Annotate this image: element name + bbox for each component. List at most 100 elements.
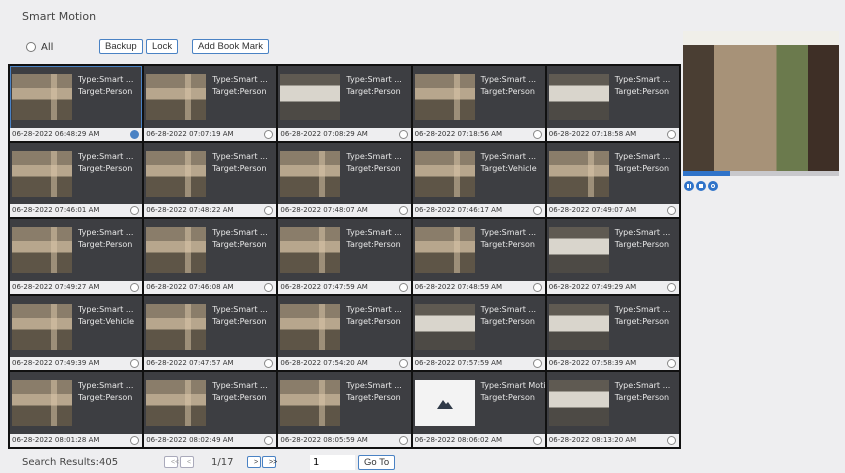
tile-select-radio[interactable] xyxy=(398,435,408,445)
prev-page-button[interactable]: < xyxy=(180,456,194,468)
backup-button[interactable]: Backup xyxy=(99,39,143,54)
tile-target: Target:Person xyxy=(614,393,670,403)
tile-type: Type:Smart ... xyxy=(212,75,268,84)
tile-select-radio[interactable] xyxy=(398,129,408,139)
tile-meta: Type:Smart ... Target:Person xyxy=(212,304,267,328)
result-tile[interactable]: Type:Smart ... Target:Person 06-28-2022 08… xyxy=(10,372,143,447)
tile-meta: Type:Smart ... Target:Person xyxy=(78,74,133,98)
tile-meta: Type:Smart ... Target:Person xyxy=(346,151,401,175)
pause-icon[interactable] xyxy=(684,181,694,191)
thumbnail xyxy=(548,227,609,274)
result-tile[interactable]: Type:Smart ... Target:Person 06-28-2022 07… xyxy=(10,142,143,218)
tile-select-radio[interactable] xyxy=(666,435,676,445)
tile-select-radio[interactable] xyxy=(532,435,542,445)
tile-type: Type:Smart ... xyxy=(78,304,134,314)
result-tile[interactable]: Type:Smart ... Target:Person 06-28-2022 07… xyxy=(144,295,277,371)
result-tile[interactable]: Type:Smart ... Target:Person 06-28-2022 08… xyxy=(144,372,277,447)
search-results-count: Search Results:405 xyxy=(22,457,119,468)
stop-icon[interactable] xyxy=(696,181,706,191)
result-tile[interactable]: Type:Smart ... Target:Person 06-28-2022 06… xyxy=(10,66,143,141)
image-placeholder-icon xyxy=(414,380,475,427)
first-page-button[interactable]: << xyxy=(164,456,179,468)
playback-progress[interactable] xyxy=(683,171,839,176)
result-tile[interactable]: Type:Smart ... Target:Person 06-28-2022 07… xyxy=(546,219,679,294)
tile-select-radio[interactable] xyxy=(666,282,676,292)
tile-select-radio[interactable] xyxy=(130,282,140,292)
snapshot-icon[interactable] xyxy=(708,181,718,191)
tile-select-radio[interactable] xyxy=(532,282,542,292)
tile-meta: Type:Smart ... Target:Person xyxy=(481,74,536,98)
result-tile[interactable]: Type:Smart ... Target:Vehicle 06-28-2022 0… xyxy=(412,142,545,218)
result-tile[interactable]: Type:Smart ... Target:Person 06-28-2022 07… xyxy=(546,295,679,371)
tile-select-radio[interactable] xyxy=(398,282,408,292)
result-tile[interactable]: Type:Smart ... Target:Person 06-28-2022 07… xyxy=(144,66,277,141)
result-tile[interactable]: Type:Smart ... Target:Person 06-28-2022 07… xyxy=(546,142,679,218)
tile-timestamp: 06-28-2022 07:54:20 AM xyxy=(278,357,411,371)
result-tile[interactable]: Type:Smart ... Target:Person 06-28-2022 07… xyxy=(412,295,545,371)
thumbnail xyxy=(280,303,341,350)
tile-type: Type:Smart ... xyxy=(346,75,402,84)
tile-meta: Type:Smart ... Target:Person xyxy=(346,227,401,251)
result-tile[interactable]: Type:Smart ... Target:Person 06-28-2022 07… xyxy=(546,66,679,141)
result-tile[interactable]: Type:Smart ... Target:Person 06-28-2022 07… xyxy=(144,142,277,218)
result-tile[interactable]: Type:Smart ... Target:Person 06-28-2022 07… xyxy=(278,295,411,371)
thumbnail xyxy=(146,150,207,197)
result-tile[interactable]: Type:Smart ... Target:Person 06-28-2022 08… xyxy=(546,372,679,447)
tile-target: Target:Person xyxy=(212,87,267,96)
result-tile[interactable]: Type:Smart ... Target:Person 06-28-2022 07… xyxy=(278,142,411,218)
thumbnail xyxy=(146,227,207,274)
result-grid: Type:Smart ... Target:Person 06-28-2022 06… xyxy=(8,64,681,449)
page-indicator: 1/17 xyxy=(211,457,234,468)
filter-all[interactable]: All xyxy=(26,39,53,55)
tile-target: Target:Person xyxy=(78,163,133,173)
result-tile[interactable]: Type:Smart ... Target:Person 06-28-2022 07… xyxy=(412,66,545,141)
result-tile[interactable]: Type:Smart ... Target:Person 06-28-2022 07… xyxy=(10,219,143,294)
tile-target: Target:Person xyxy=(346,316,401,326)
last-page-button[interactable]: >> xyxy=(262,456,277,468)
goto-button[interactable]: Go To xyxy=(358,455,396,470)
result-tile[interactable]: Type:Smart ... Target:Person 06-28-2022 07… xyxy=(278,66,411,141)
next-page-button[interactable]: > xyxy=(247,456,261,468)
preview-player[interactable] xyxy=(683,31,839,171)
tile-meta: Type:Smart ... Target:Person xyxy=(615,304,670,328)
tile-target: Target:Person xyxy=(614,87,670,96)
result-tile[interactable]: Type:Smart ... Target:Person 06-28-2022 07… xyxy=(144,219,277,294)
result-tile[interactable]: Type:Smart ... Target:Person 06-28-2022 07… xyxy=(412,219,545,294)
tile-select-radio[interactable] xyxy=(666,129,676,139)
tile-type: Type:Smart ... xyxy=(212,381,268,391)
tile-target: Target:Person xyxy=(78,393,133,403)
tile-target: Target:Person xyxy=(614,240,670,250)
tile-type: Type:Smart ... xyxy=(346,381,402,391)
tile-meta: Type:Smart Motion Target:Person xyxy=(481,380,545,404)
tile-target: Target:Person xyxy=(346,87,401,96)
result-tile[interactable]: Type:Smart ... Target:Person 06-28-2022 07… xyxy=(278,219,411,294)
tile-timestamp: 06-28-2022 07:49:07 AM xyxy=(546,204,679,218)
tile-timestamp: 06-28-2022 06:48:29 AM xyxy=(10,127,143,141)
tile-select-radio[interactable] xyxy=(398,206,408,216)
page-number-input[interactable] xyxy=(310,455,355,470)
all-label: All xyxy=(41,41,54,53)
tile-select-radio[interactable] xyxy=(398,359,408,369)
preview-video xyxy=(683,31,839,171)
thumbnail xyxy=(12,303,72,350)
result-tile[interactable]: Type:Smart ... Target:Vehicle 06-28-2022 0… xyxy=(10,295,143,371)
thumbnail xyxy=(548,150,609,197)
thumbnail xyxy=(280,150,341,197)
tile-timestamp: 06-28-2022 07:49:29 AM xyxy=(546,280,679,294)
thumbnail xyxy=(146,380,207,427)
tile-select-radio[interactable] xyxy=(532,129,542,139)
tile-select-radio[interactable] xyxy=(264,129,274,139)
all-radio[interactable] xyxy=(26,42,36,52)
tile-select-radio[interactable] xyxy=(532,206,542,216)
tile-timestamp: 06-28-2022 07:46:08 AM xyxy=(144,280,277,294)
tile-meta: Type:Smart ... Target:Person xyxy=(212,74,267,98)
tile-select-radio[interactable] xyxy=(130,129,140,139)
tile-meta: Type:Smart ... Target:Person xyxy=(481,227,536,251)
tile-type: Type:Smart ... xyxy=(346,304,402,314)
add-bookmark-button[interactable]: Add Book Mark xyxy=(192,39,269,54)
thumbnail xyxy=(12,380,72,427)
result-tile[interactable]: Type:Smart ... Target:Person 06-28-2022 08… xyxy=(278,372,411,447)
thumbnail xyxy=(414,150,475,197)
lock-button[interactable]: Lock xyxy=(146,39,179,54)
result-tile[interactable]: Type:Smart Motion Target:Person 06-28-2022… xyxy=(412,372,545,447)
